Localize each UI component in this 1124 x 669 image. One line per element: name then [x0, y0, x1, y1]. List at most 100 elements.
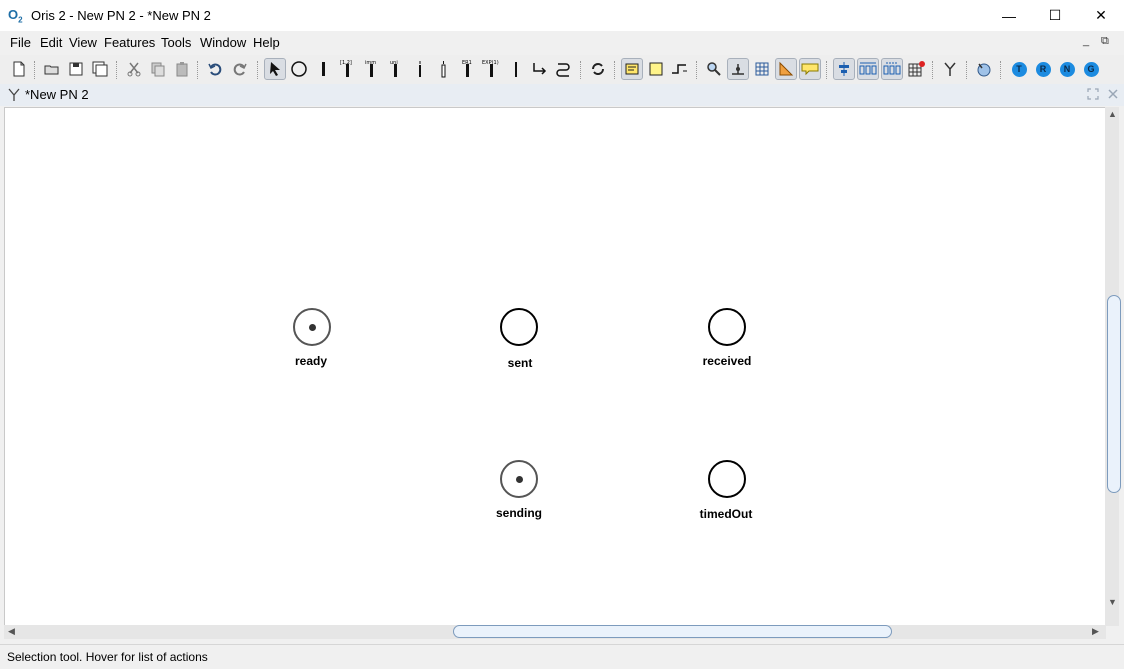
minimize-button[interactable]: — [986, 0, 1032, 31]
tooltip-button[interactable] [799, 58, 821, 80]
menu-help[interactable]: Help [253, 35, 280, 50]
place-tool-button[interactable] [288, 58, 310, 80]
refresh-button[interactable] [587, 58, 609, 80]
table-icon [908, 61, 925, 77]
toolbar-separator [966, 61, 968, 79]
save-all-icon [92, 61, 108, 77]
menu-bar: File Edit View Features Tools Window Hel… [0, 31, 1124, 55]
exp-transition-icon: EXP(1) [482, 60, 499, 77]
connector-button[interactable] [669, 58, 691, 80]
distribute-horizontal-button[interactable] [857, 58, 879, 80]
place-label-sent: sent [507, 356, 533, 370]
menu-window[interactable]: Window [200, 35, 246, 50]
deterministic-transition-tool-button[interactable]: [1,2] [337, 58, 359, 80]
t-analysis-button[interactable]: T [1008, 58, 1030, 80]
place-label-sending: sending [495, 506, 542, 520]
tooltip-icon [801, 63, 819, 76]
scroll-down-icon[interactable]: ▼ [1108, 597, 1117, 607]
document-tab-bar: *New PN 2 [0, 84, 1124, 106]
place-ready[interactable] [293, 308, 331, 346]
scroll-left-icon[interactable]: ◀ [8, 626, 15, 637]
place-label-received: received [702, 354, 752, 368]
vertical-scroll-thumb[interactable] [1107, 295, 1121, 493]
note-tool-button[interactable] [621, 58, 643, 80]
paste-icon [176, 62, 188, 77]
bar-transition-tool-button[interactable] [505, 58, 527, 80]
new-document-button[interactable] [8, 58, 30, 80]
save-icon [69, 62, 83, 76]
menu-view[interactable]: View [69, 35, 97, 50]
title-bar: O2 Oris 2 - New PN 2 - *New PN 2 — ☐ ✕ [0, 0, 1124, 31]
general-transition-tool-button[interactable] [409, 58, 431, 80]
arc-icon [533, 63, 547, 75]
place-sent[interactable] [500, 308, 538, 346]
selection-tool-button[interactable] [264, 58, 286, 80]
svg-text:uni: uni [390, 60, 398, 66]
place-sending[interactable] [500, 460, 538, 498]
sticky-note-icon [649, 62, 663, 76]
close-icon: ✕ [1095, 7, 1107, 23]
immediate-transition-tool-button[interactable] [313, 58, 335, 80]
align-center-icon [839, 62, 849, 76]
g-badge-icon: G [1083, 61, 1099, 77]
save-all-button[interactable] [89, 58, 111, 80]
horizontal-scrollbar[interactable]: ◀ ▶ [4, 625, 1106, 639]
erlang-transition-tool-button[interactable]: ER1 [457, 58, 479, 80]
place-label-ready: ready [294, 354, 328, 368]
net-structure-button[interactable] [939, 58, 961, 80]
document-tab-title[interactable]: *New PN 2 [25, 87, 89, 102]
maximize-icon: ☐ [1048, 7, 1062, 23]
immediate-labeled-transition-button[interactable]: imm [361, 58, 383, 80]
svg-text:[1,2]: [1,2] [340, 60, 352, 66]
r-analysis-button[interactable]: R [1032, 58, 1054, 80]
toolbar-separator [1000, 61, 1002, 79]
mdi-restore-button[interactable]: ⧉ [1101, 35, 1109, 48]
scroll-up-icon[interactable]: ▲ [1108, 109, 1117, 119]
toolbar: [1,2] imm uni ER1 EXP(1) T R N G [0, 55, 1124, 85]
paste-button[interactable] [171, 58, 193, 80]
net-doc-icon [8, 88, 20, 101]
arc-tool-button[interactable] [529, 58, 551, 80]
menu-tools[interactable]: Tools [161, 35, 191, 50]
place-received[interactable] [708, 308, 746, 346]
place-timedout[interactable] [708, 460, 746, 498]
exponential-transition-tool-button[interactable]: EXP(1) [481, 58, 503, 80]
copy-button[interactable] [147, 58, 169, 80]
table-button[interactable] [905, 58, 927, 80]
undo-button[interactable] [204, 58, 226, 80]
hollow-transition-tool-button[interactable] [433, 58, 455, 80]
grid-button[interactable] [751, 58, 773, 80]
snap-button[interactable] [727, 58, 749, 80]
general-transition-icon [419, 61, 421, 77]
close-panel-icon[interactable] [1106, 87, 1120, 101]
save-button[interactable] [65, 58, 87, 80]
cut-button[interactable] [123, 58, 145, 80]
align-center-button[interactable] [833, 58, 855, 80]
toolbar-separator [197, 61, 199, 79]
distribute-spacing-icon [883, 62, 901, 75]
mdi-minimize-button[interactable]: _ [1083, 35, 1089, 47]
analysis-button[interactable] [973, 58, 995, 80]
g-analysis-button[interactable]: G [1080, 58, 1102, 80]
scroll-right-icon[interactable]: ▶ [1092, 626, 1099, 637]
maximize-panel-icon[interactable] [1086, 87, 1100, 101]
menu-edit[interactable]: Edit [40, 35, 62, 50]
vertical-scrollbar[interactable]: ▲ ▼ [1105, 107, 1121, 626]
place-label-timedout: timedOut [699, 507, 753, 521]
maximize-button[interactable]: ☐ [1032, 0, 1078, 31]
close-button[interactable]: ✕ [1078, 0, 1124, 31]
menu-features[interactable]: Features [104, 35, 155, 50]
uniform-transition-tool-button[interactable]: uni [385, 58, 407, 80]
curved-arc-tool-button[interactable] [553, 58, 575, 80]
open-button[interactable] [41, 58, 63, 80]
minimize-icon: — [1002, 7, 1016, 24]
redo-button[interactable] [229, 58, 251, 80]
zoom-button[interactable] [703, 58, 725, 80]
n-analysis-button[interactable]: N [1056, 58, 1078, 80]
petri-net-canvas[interactable]: ready sent received sending timedOut [4, 107, 1106, 627]
ruler-button[interactable] [775, 58, 797, 80]
distribute-spacing-button[interactable] [881, 58, 903, 80]
menu-file[interactable]: File [10, 35, 31, 50]
sticky-note-button[interactable] [645, 58, 667, 80]
horizontal-scroll-thumb[interactable] [453, 625, 892, 638]
